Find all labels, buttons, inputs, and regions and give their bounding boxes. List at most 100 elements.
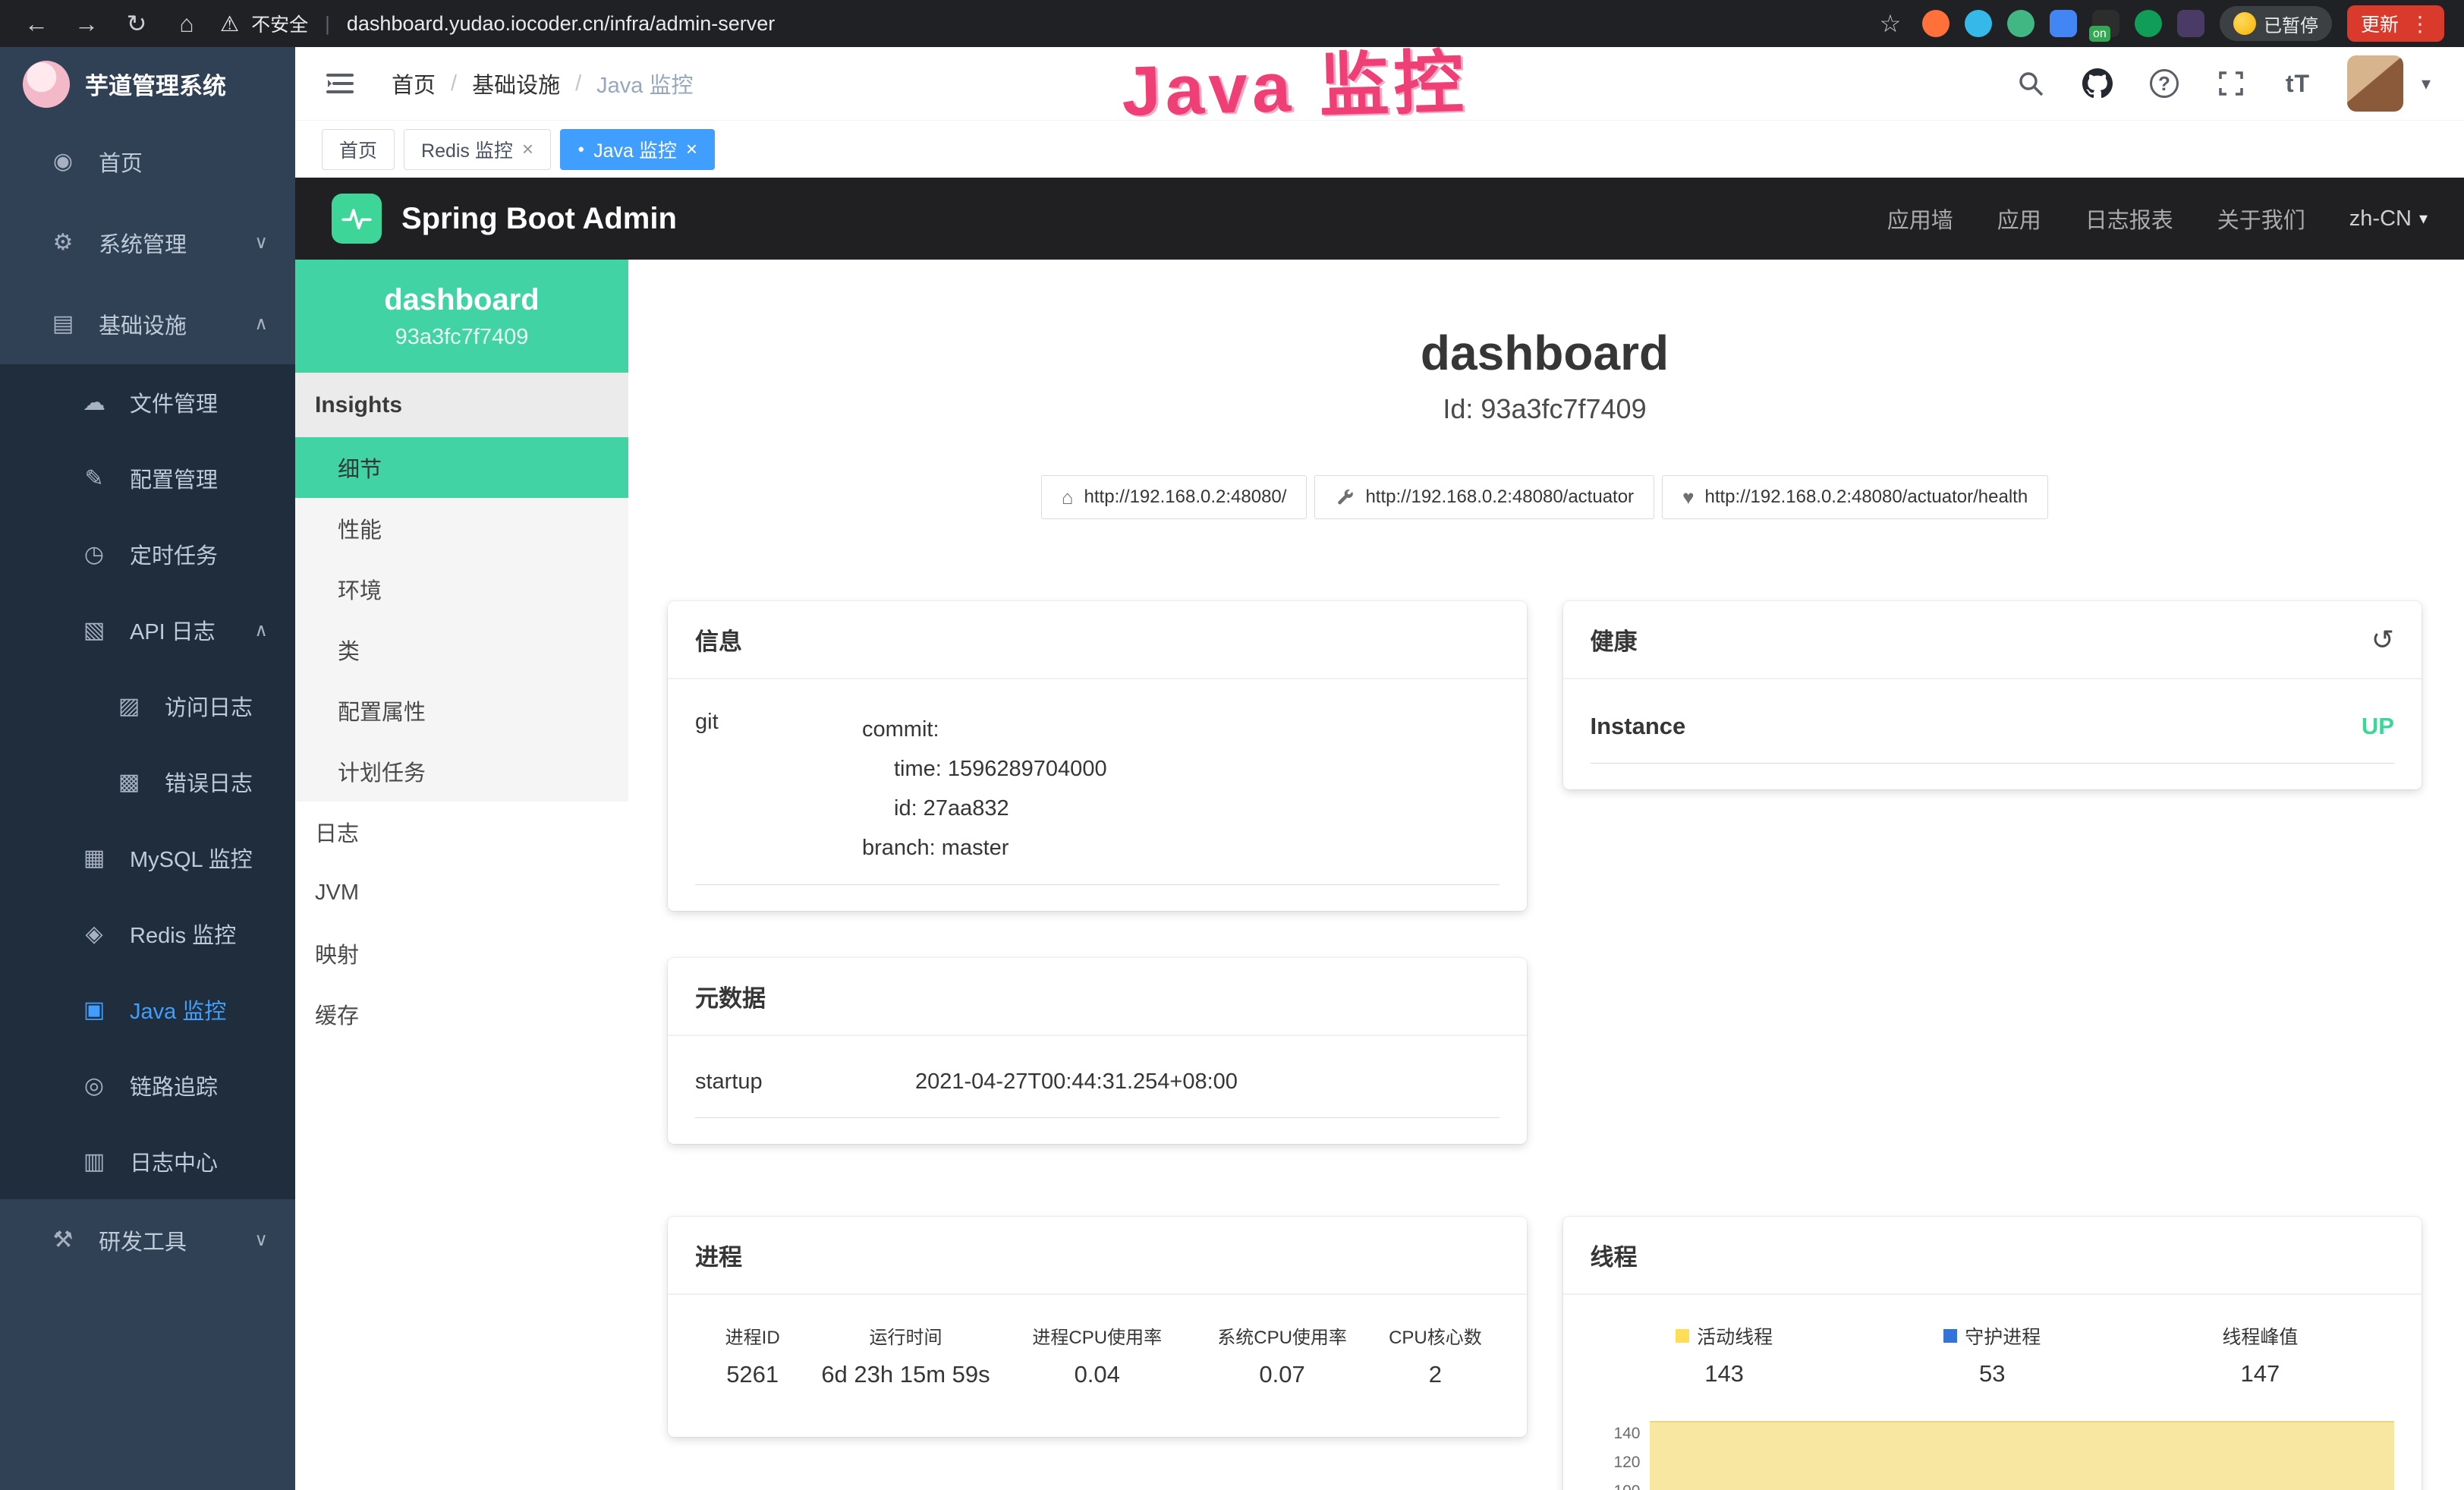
browser-chrome: ← → ↻ ⌂ ⚠ 不安全 | dashboard.yudao.iocoder.… — [0, 0, 2464, 47]
sidebar-item-scheduled-job[interactable]: ◷ 定时任务 — [0, 516, 295, 592]
document-icon: ▧ — [78, 617, 110, 644]
sidebar-item-file-manage[interactable]: ☁ 文件管理 — [0, 364, 295, 440]
instance-nav-classes[interactable]: 类 — [295, 619, 628, 680]
app-logo[interactable]: 芋道管理系统 — [0, 47, 295, 121]
locale-select[interactable]: zh-CN ▾ — [2349, 206, 2428, 232]
paused-badge[interactable]: 已暂停 — [2220, 6, 2332, 41]
sba-logo-icon[interactable] — [332, 194, 382, 244]
sidebar-item-mysql-monitor[interactable]: ▦ MySQL 监控 — [0, 820, 295, 896]
close-icon[interactable]: × — [522, 137, 533, 161]
bookmark-star-icon[interactable]: ☆ — [1874, 9, 1907, 38]
update-label: 更新 — [2361, 10, 2399, 37]
instance-header[interactable]: dashboard 93a3fc7f7409 — [295, 260, 628, 373]
app-menu: ◉ 首页 ⚙ 系统管理 ∨ ▤ 基础设施 ∧ ☁ 文件管理 ✎ 配置管 — [0, 121, 295, 1490]
tools-icon: ⚒ — [47, 1227, 79, 1253]
browser-menu-icon[interactable]: ⋮ — [2409, 11, 2431, 36]
history-icon[interactable]: ↺ — [2371, 626, 2394, 654]
browser-toolbar-right: ☆ on 已暂停 更新 ⋮ — [1874, 5, 2444, 42]
sidebar-item-label: 访问日志 — [165, 690, 253, 722]
health-instance-row[interactable]: Instance UP — [1591, 687, 2395, 764]
sba-nav-wallboard[interactable]: 应用墙 — [1887, 203, 1953, 235]
health-url-link[interactable]: ♥ http://192.168.0.2:48080/actuator/heal… — [1662, 475, 2048, 519]
wrench-icon — [1335, 487, 1355, 507]
forward-icon[interactable]: → — [70, 10, 103, 38]
extension-icon[interactable] — [2177, 10, 2204, 37]
instance-nav-logs[interactable]: 日志 — [295, 802, 628, 862]
info-git-row: git commit: time: 1596289704000 id: 27aa… — [695, 687, 1499, 885]
sba-nav-applications[interactable]: 应用 — [1997, 203, 2041, 235]
instance-nav-metrics[interactable]: 性能 — [295, 498, 628, 559]
page-title: dashboard — [668, 325, 2422, 381]
sidebar-item-config-manage[interactable]: ✎ 配置管理 — [0, 440, 295, 516]
search-icon[interactable] — [2013, 66, 2048, 101]
extension-icon[interactable] — [1965, 10, 1992, 37]
sidebar-item-home[interactable]: ◉ 首页 — [0, 121, 295, 202]
chevron-up-icon: ∧ — [254, 619, 268, 641]
extension-icon[interactable] — [2007, 10, 2034, 37]
instance-nav-mappings[interactable]: 映射 — [295, 923, 628, 984]
sidebar-item-error-log[interactable]: ▩ 错误日志 — [0, 744, 295, 820]
card-title: 健康 — [1591, 622, 1638, 657]
smiley-icon — [2233, 12, 2256, 35]
home-icon[interactable]: ⌂ — [170, 10, 203, 38]
extension-icon[interactable] — [2050, 10, 2077, 37]
sidebar-item-label: Redis 监控 — [130, 918, 236, 950]
sidebar-item-infrastructure[interactable]: ▤ 基础设施 ∧ — [0, 283, 295, 364]
breadcrumb-home[interactable]: 首页 — [392, 68, 436, 99]
github-icon[interactable] — [2080, 66, 2115, 101]
reload-icon[interactable]: ↻ — [120, 9, 153, 38]
security-warning-icon: ⚠ — [220, 11, 239, 36]
sba-title[interactable]: Spring Boot Admin — [401, 202, 677, 236]
service-url-link[interactable]: ⌂ http://192.168.0.2:48080/ — [1041, 475, 1308, 519]
sidebar-item-system[interactable]: ⚙ 系统管理 ∨ — [0, 202, 295, 283]
sidebar-item-label: 基础设施 — [99, 308, 187, 340]
hamburger-icon[interactable] — [322, 65, 358, 102]
active-threads-area — [1650, 1421, 2395, 1490]
extension-icon[interactable] — [1922, 10, 1949, 37]
heart-icon: ♥ — [1682, 486, 1694, 509]
locale-label: zh-CN — [2349, 206, 2412, 232]
url-text[interactable]: dashboard.yudao.iocoder.cn/infra/admin-s… — [347, 12, 775, 36]
page-header: 首页 / 基础设施 / Java 监控 ? tT — [295, 47, 2464, 121]
address-bar[interactable]: ⚠ 不安全 | dashboard.yudao.iocoder.cn/infra… — [220, 10, 1857, 37]
sidebar-item-redis-monitor[interactable]: ◈ Redis 监控 — [0, 896, 295, 972]
sidebar-item-label: 定时任务 — [130, 538, 218, 570]
back-icon[interactable]: ← — [20, 10, 53, 38]
avatar-caret-icon[interactable]: ▾ — [2422, 73, 2431, 95]
fullscreen-icon[interactable] — [2214, 66, 2248, 101]
update-button[interactable]: 更新 ⋮ — [2347, 5, 2444, 42]
sidebar-item-log-center[interactable]: ▥ 日志中心 — [0, 1123, 295, 1199]
text-size-icon[interactable]: tT — [2280, 66, 2315, 101]
sba-nav-journal[interactable]: 日志报表 — [2085, 203, 2173, 235]
breadcrumb-infrastructure[interactable]: 基础设施 — [472, 68, 560, 99]
instance-nav-details[interactable]: 细节 — [295, 437, 628, 498]
help-icon[interactable]: ? — [2147, 66, 2182, 101]
tab-java-monitor[interactable]: ● Java 监控 × — [560, 129, 715, 170]
instance-nav-jvm[interactable]: JVM — [295, 862, 628, 923]
metadata-value: 2021-04-27T00:44:31.254+08:00 — [915, 1069, 1238, 1095]
sidebar-item-label: MySQL 监控 — [130, 842, 253, 874]
extension-icon[interactable]: on — [2092, 10, 2119, 37]
app-sidebar: 芋道管理系统 ◉ 首页 ⚙ 系统管理 ∨ ▤ 基础设施 ∧ ☁ 文件管理 — [0, 47, 295, 1490]
instance-nav-caches[interactable]: 缓存 — [295, 984, 628, 1044]
user-avatar[interactable] — [2347, 55, 2403, 112]
instance-nav-configprops[interactable]: 配置属性 — [295, 680, 628, 741]
sidebar-item-trace[interactable]: ◎ 链路追踪 — [0, 1047, 295, 1123]
sba-nav-about[interactable]: 关于我们 — [2217, 203, 2305, 235]
chevron-up-icon: ∧ — [254, 313, 268, 335]
database-icon: ▦ — [78, 845, 110, 871]
close-icon[interactable]: × — [686, 137, 697, 161]
card-title: 线程 — [1591, 1238, 1638, 1272]
tab-redis-monitor[interactable]: Redis 监控 × — [404, 129, 551, 170]
log-icon: ▨ — [113, 693, 145, 720]
sidebar-item-label: 配置管理 — [130, 462, 218, 494]
sidebar-item-access-log[interactable]: ▨ 访问日志 — [0, 668, 295, 744]
sidebar-item-dev-tools[interactable]: ⚒ 研发工具 ∨ — [0, 1199, 295, 1281]
sidebar-item-api-log[interactable]: ▧ API 日志 ∧ — [0, 592, 295, 668]
instance-nav-environment[interactable]: 环境 — [295, 559, 628, 619]
extension-icon[interactable] — [2135, 10, 2162, 37]
tab-home[interactable]: 首页 — [322, 129, 395, 170]
actuator-url-link[interactable]: http://192.168.0.2:48080/actuator — [1314, 475, 1654, 519]
sidebar-item-java-monitor[interactable]: ▣ Java 监控 — [0, 972, 295, 1047]
instance-nav-scheduled-tasks[interactable]: 计划任务 — [295, 741, 628, 802]
